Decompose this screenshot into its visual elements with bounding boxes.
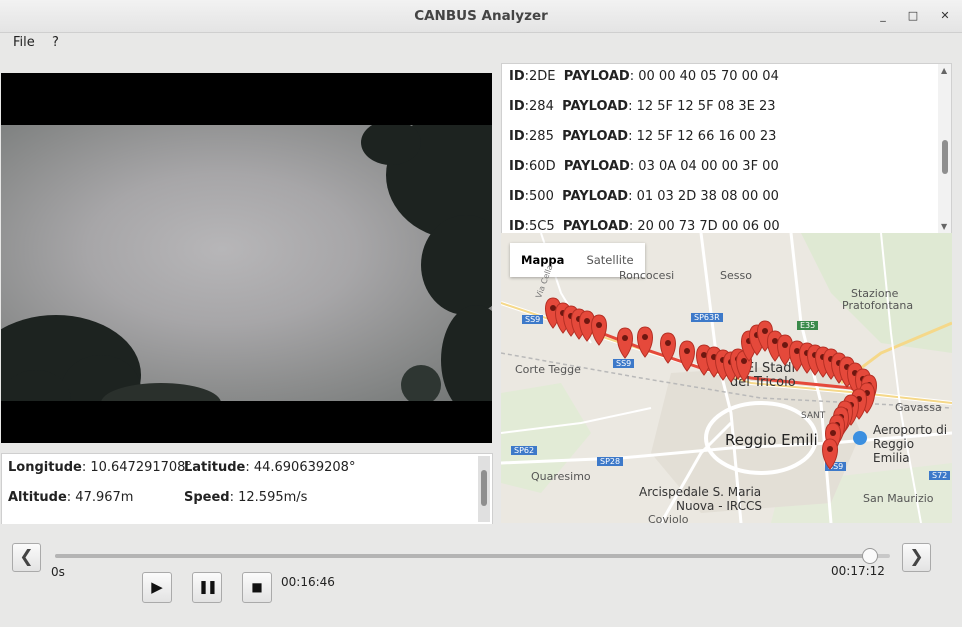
pause-button[interactable]: ❚❚ xyxy=(192,572,222,603)
speed-value: : 12.595m/s xyxy=(229,490,308,505)
scroll-up-arrow-icon[interactable]: ▲ xyxy=(941,66,947,75)
seek-slider-knob[interactable] xyxy=(862,548,879,564)
window-title: CANBUS Analyzer xyxy=(414,8,548,24)
menu-file[interactable]: File xyxy=(13,35,35,50)
current-time: 00:16:46 xyxy=(281,575,335,589)
longitude-value: : 10.647291708° xyxy=(81,460,192,475)
play-button[interactable]: ▶ xyxy=(142,572,172,603)
menu-help[interactable]: ? xyxy=(52,35,59,50)
telemetry-scrollbar[interactable] xyxy=(478,456,490,522)
end-time: 00:17:12 xyxy=(831,564,885,578)
altitude-row: Altitude: 47.967m xyxy=(8,490,133,505)
latitude-row: Latitude: 44.690639208° xyxy=(184,460,355,475)
log-entry[interactable]: ID:285 PAYLOAD: 12 5F 12 66 16 00 23 xyxy=(509,129,776,144)
longitude-row: Longitude: 10.647291708° xyxy=(8,460,192,475)
log-entry[interactable]: ID:2DE PAYLOAD: 00 00 40 05 70 00 04 xyxy=(509,69,779,84)
minimize-button[interactable]: _ xyxy=(875,8,891,24)
telemetry-panel: Longitude: 10.647291708° Latitude: 44.69… xyxy=(1,453,493,525)
previous-button[interactable]: ❮ xyxy=(12,543,41,572)
speed-row: Speed: 12.595m/s xyxy=(184,490,307,505)
latitude-label: Latitude xyxy=(184,460,246,475)
speed-label: Speed xyxy=(184,490,230,505)
scroll-down-arrow-icon[interactable]: ▼ xyxy=(941,222,947,231)
seek-slider[interactable] xyxy=(55,548,890,564)
route-marker-pin-icon xyxy=(822,438,838,470)
log-scroll-thumb[interactable] xyxy=(942,140,948,174)
seek-slider-fill xyxy=(55,554,870,558)
log-entry[interactable]: ID:284 PAYLOAD: 12 5F 12 5F 08 3E 23 xyxy=(509,99,776,114)
route-marker-pin-icon xyxy=(591,314,607,346)
video-player[interactable] xyxy=(1,73,492,443)
log-entry[interactable]: ID:60D PAYLOAD: 03 0A 04 00 00 3F 00 xyxy=(509,159,779,174)
title-bar: CANBUS Analyzer _ □ ✕ xyxy=(0,0,962,33)
altitude-value: : 47.967m xyxy=(66,490,134,505)
start-time: 0s xyxy=(51,565,65,579)
latitude-value: : 44.690639208° xyxy=(245,460,356,475)
altitude-label: Altitude xyxy=(8,490,67,505)
longitude-label: Longitude xyxy=(8,460,82,475)
map-view[interactable]: Mappa Satellite Roncocesi Sesso Stazione… xyxy=(501,233,952,523)
maximize-button[interactable]: □ xyxy=(905,8,921,24)
route-marker-pin-icon xyxy=(660,332,676,364)
video-frame xyxy=(1,125,492,401)
next-button[interactable]: ❯ xyxy=(902,543,931,572)
log-entry[interactable]: ID:500 PAYLOAD: 01 03 2D 38 08 00 00 xyxy=(509,189,779,204)
route-marker-pin-icon xyxy=(617,327,633,359)
close-button[interactable]: ✕ xyxy=(937,8,953,24)
route-marker-pin-icon xyxy=(637,326,653,358)
stop-button[interactable]: ■ xyxy=(242,572,272,603)
log-scrollbar[interactable]: ▲ ▼ xyxy=(938,64,951,234)
route-markers xyxy=(545,297,877,470)
log-entry[interactable]: ID:5C5 PAYLOAD: 20 00 73 7D 00 06 00 xyxy=(509,219,780,234)
route-marker-pin-icon xyxy=(679,340,695,372)
can-log-panel: ID:2DE PAYLOAD: 00 00 40 05 70 00 04 ID:… xyxy=(501,63,952,235)
telemetry-scroll-thumb[interactable] xyxy=(481,470,487,506)
menu-bar: File ? xyxy=(0,33,962,55)
